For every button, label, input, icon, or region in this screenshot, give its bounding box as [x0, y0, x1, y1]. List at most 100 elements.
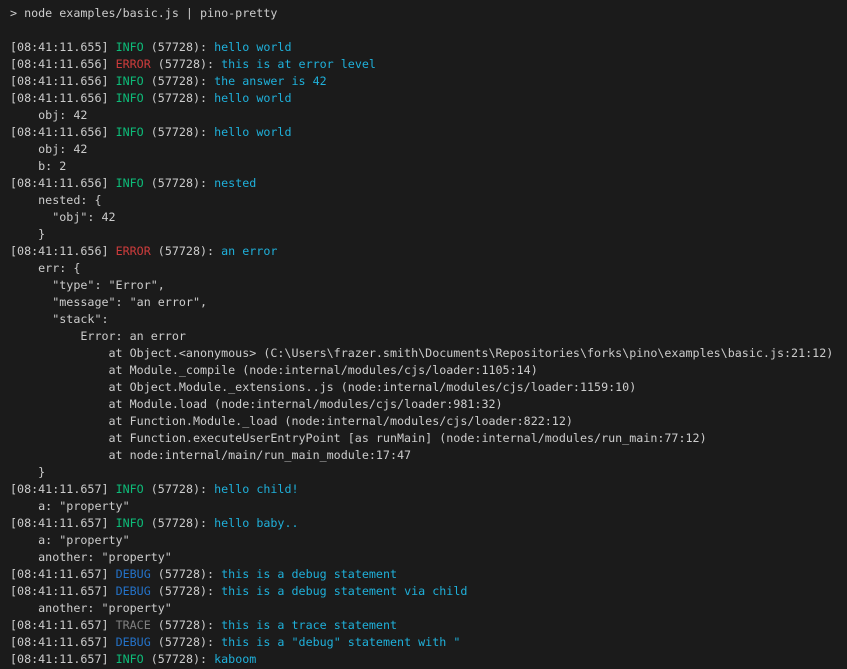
log-line: obj: 42 — [10, 107, 847, 124]
log-line: at Module.load (node:internal/modules/cj… — [10, 396, 847, 413]
blank-line — [10, 22, 847, 39]
log-line: [08:41:11.657] DEBUG (57728): this is a … — [10, 634, 847, 651]
log-segment-plain: "type": "Error", — [10, 278, 165, 292]
log-line: [08:41:11.656] ERROR (57728): this is at… — [10, 56, 847, 73]
log-segment-plain: another: "property" — [10, 601, 172, 615]
log-line: obj: 42 — [10, 141, 847, 158]
log-segment-plain: [08:41:11.657] — [10, 652, 116, 666]
log-line: [08:41:11.657] TRACE (57728): this is a … — [10, 617, 847, 634]
log-segment-plain: Error: an error — [10, 329, 186, 343]
log-segment-plain: another: "property" — [10, 550, 172, 564]
log-segment-plain: obj: 42 — [10, 108, 87, 122]
log-segment-msg: hello child! — [214, 482, 298, 496]
log-segment-plain: (57728): — [151, 584, 221, 598]
log-line: [08:41:11.657] INFO (57728): hello child… — [10, 481, 847, 498]
command-line: > node examples/basic.js | pino-pretty — [10, 5, 847, 22]
log-line: at Function.Module._load (node:internal/… — [10, 413, 847, 430]
log-segment-plain: [08:41:11.657] — [10, 516, 116, 530]
log-segment-plain: "stack": — [10, 312, 109, 326]
log-line: another: "property" — [10, 549, 847, 566]
log-segment-plain: (57728): — [144, 125, 214, 139]
log-line: at Function.executeUserEntryPoint [as ru… — [10, 430, 847, 447]
log-line: [08:41:11.657] DEBUG (57728): this is a … — [10, 583, 847, 600]
log-segment-plain: (57728): — [144, 482, 214, 496]
log-line: at Object.Module._extensions..js (node:i… — [10, 379, 847, 396]
log-line: "type": "Error", — [10, 277, 847, 294]
log-segment-plain: at Module._compile (node:internal/module… — [10, 363, 538, 377]
log-segment-plain: (57728): — [144, 176, 214, 190]
log-segment-plain: at Object.Module._extensions..js (node:i… — [10, 380, 636, 394]
log-segment-plain: [08:41:11.655] — [10, 40, 116, 54]
log-segment-plain: (57728): — [151, 244, 221, 258]
log-segment-plain: a: "property" — [10, 499, 130, 513]
log-line: "obj": 42 — [10, 209, 847, 226]
log-segment-plain: (57728): — [151, 635, 221, 649]
log-line: "stack": — [10, 311, 847, 328]
log-segment-msg: this is a "debug" statement with " — [221, 635, 460, 649]
log-line: [08:41:11.657] INFO (57728): hello baby.… — [10, 515, 847, 532]
log-segment-plain: at node:internal/main/run_main_module:17… — [10, 448, 411, 462]
log-line: at Module._compile (node:internal/module… — [10, 362, 847, 379]
log-segment-msg: hello world — [214, 40, 291, 54]
log-line: at node:internal/main/run_main_module:17… — [10, 447, 847, 464]
log-output: [08:41:11.655] INFO (57728): hello world… — [10, 39, 847, 668]
log-line: another: "property" — [10, 600, 847, 617]
log-line: b: 2 — [10, 158, 847, 175]
log-segment-error: ERROR — [116, 57, 151, 71]
log-segment-error: ERROR — [116, 244, 151, 258]
log-line: } — [10, 464, 847, 481]
log-segment-debug: DEBUG — [116, 584, 151, 598]
log-segment-plain: (57728): — [144, 74, 214, 88]
log-segment-plain: [08:41:11.656] — [10, 57, 116, 71]
log-segment-msg: nested — [214, 176, 256, 190]
log-segment-plain: } — [10, 465, 45, 479]
log-line: "message": "an error", — [10, 294, 847, 311]
log-segment-plain: [08:41:11.657] — [10, 635, 116, 649]
terminal[interactable]: > node examples/basic.js | pino-pretty [… — [0, 0, 847, 669]
log-segment-plain: [08:41:11.657] — [10, 567, 116, 581]
log-line: } — [10, 226, 847, 243]
log-segment-msg: kaboom — [214, 652, 256, 666]
log-segment-info: INFO — [116, 652, 144, 666]
log-segment-info: INFO — [116, 91, 144, 105]
log-line: [08:41:11.656] INFO (57728): hello world — [10, 124, 847, 141]
log-segment-plain: a: "property" — [10, 533, 130, 547]
log-segment-msg: hello world — [214, 91, 291, 105]
log-line: at Object.<anonymous> (C:\Users\frazer.s… — [10, 345, 847, 362]
log-line: [08:41:11.657] INFO (57728): kaboom — [10, 651, 847, 668]
log-line: a: "property" — [10, 532, 847, 549]
log-segment-plain: err: { — [10, 261, 80, 275]
log-segment-plain: [08:41:11.657] — [10, 584, 116, 598]
log-segment-msg: this is a debug statement — [221, 567, 397, 581]
log-segment-plain: [08:41:11.656] — [10, 91, 116, 105]
log-segment-msg: this is at error level — [221, 57, 376, 71]
log-segment-msg: the answer is 42 — [214, 74, 327, 88]
log-segment-plain: at Function.executeUserEntryPoint [as ru… — [10, 431, 707, 445]
log-line: [08:41:11.655] INFO (57728): hello world — [10, 39, 847, 56]
log-segment-plain: [08:41:11.657] — [10, 618, 116, 632]
log-segment-plain: (57728): — [151, 618, 221, 632]
log-segment-info: INFO — [116, 74, 144, 88]
log-segment-msg: this is a trace statement — [221, 618, 397, 632]
log-segment-plain: "obj": 42 — [10, 210, 116, 224]
log-segment-plain: at Object.<anonymous> (C:\Users\frazer.s… — [10, 346, 833, 360]
log-segment-plain: obj: 42 — [10, 142, 87, 156]
log-segment-plain: (57728): — [144, 40, 214, 54]
log-segment-plain: [08:41:11.656] — [10, 244, 116, 258]
log-segment-plain: (57728): — [144, 652, 214, 666]
log-line: [08:41:11.656] ERROR (57728): an error — [10, 243, 847, 260]
log-segment-plain: (57728): — [151, 57, 221, 71]
log-segment-plain: [08:41:11.656] — [10, 125, 116, 139]
log-segment-info: INFO — [116, 516, 144, 530]
log-line: [08:41:11.657] DEBUG (57728): this is a … — [10, 566, 847, 583]
log-segment-plain: b: 2 — [10, 159, 66, 173]
log-segment-plain: (57728): — [151, 567, 221, 581]
log-segment-plain: at Function.Module._load (node:internal/… — [10, 414, 573, 428]
log-segment-plain: } — [10, 227, 45, 241]
log-segment-msg: this is a debug statement via child — [221, 584, 467, 598]
log-line: [08:41:11.656] INFO (57728): hello world — [10, 90, 847, 107]
log-segment-info: INFO — [116, 125, 144, 139]
log-segment-plain: [08:41:11.657] — [10, 482, 116, 496]
log-segment-msg: an error — [221, 244, 277, 258]
log-segment-plain: (57728): — [144, 91, 214, 105]
